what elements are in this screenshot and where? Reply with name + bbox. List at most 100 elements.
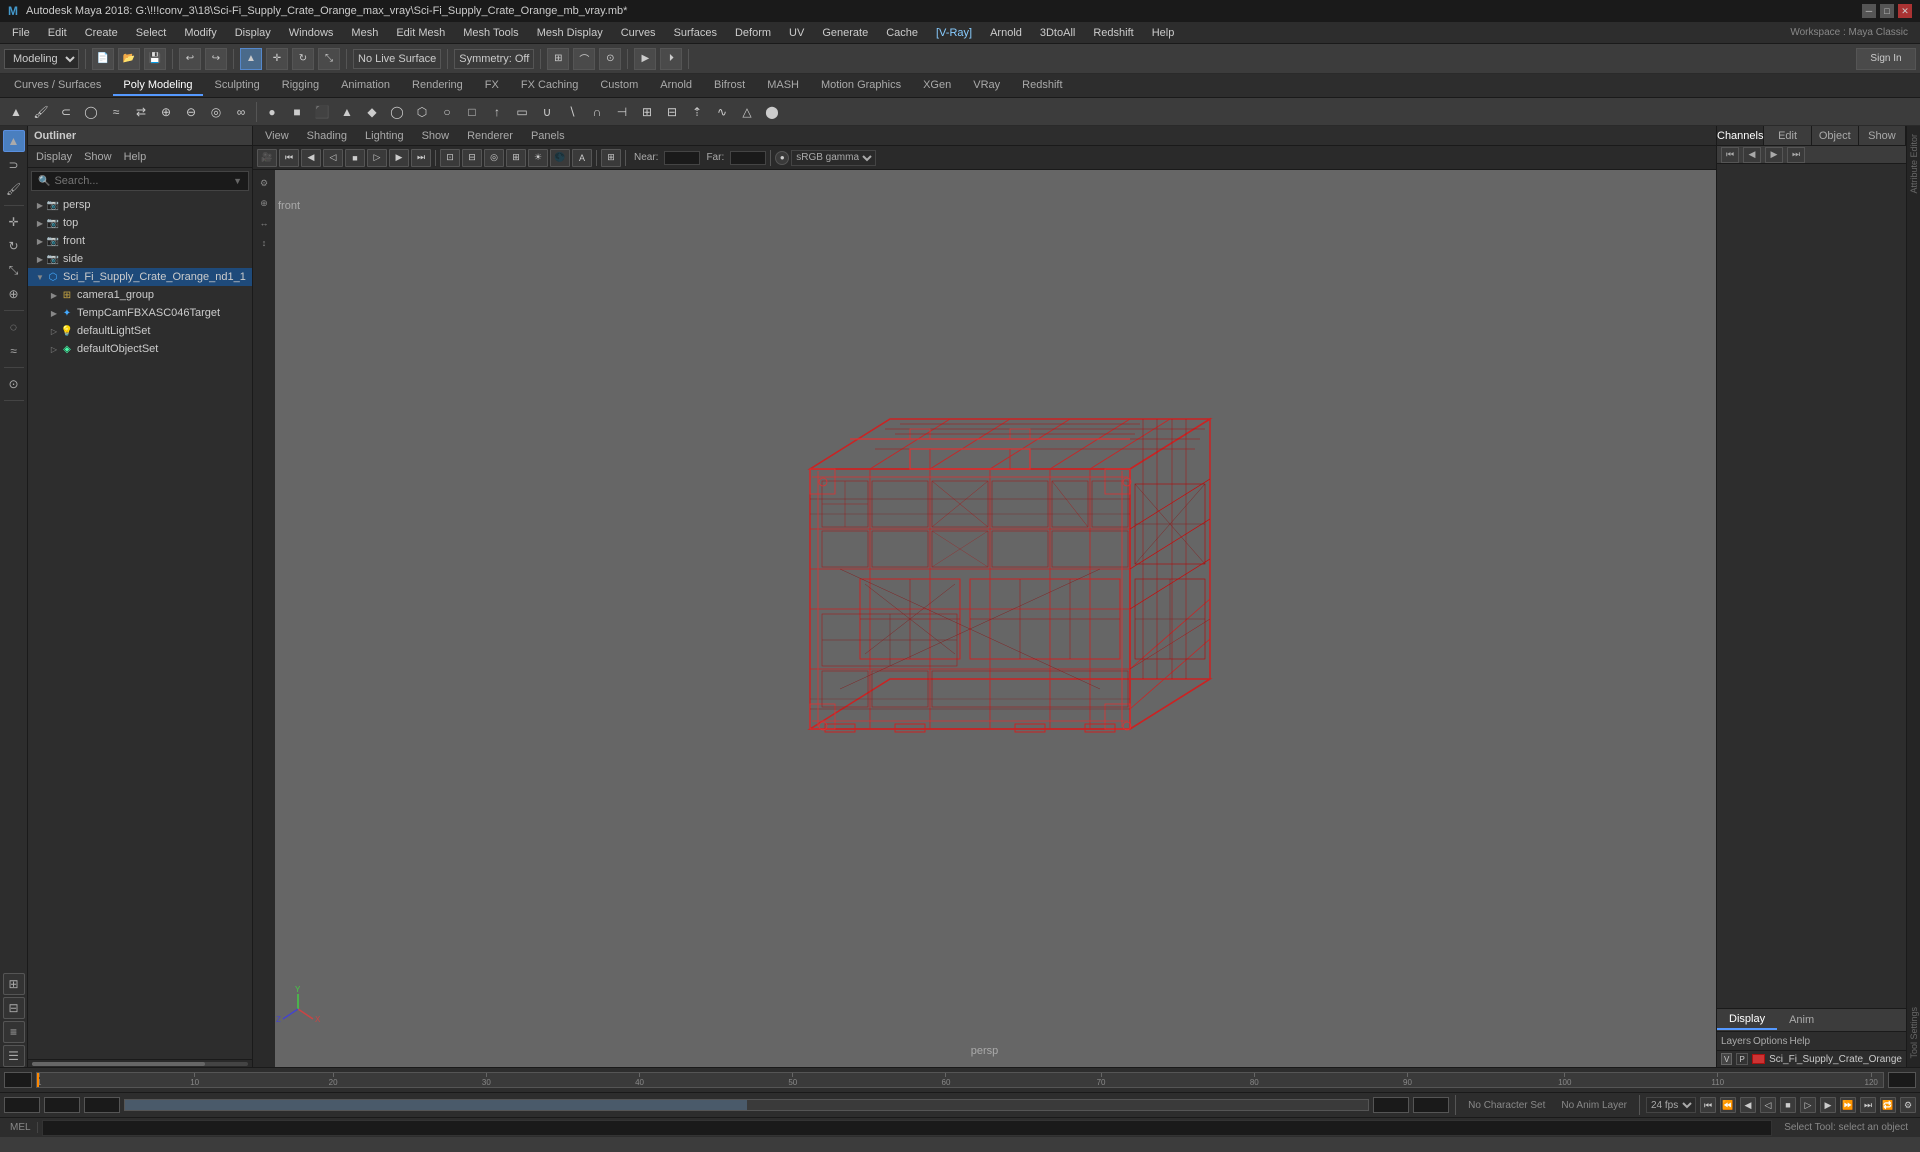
vp-color-mgmt-toggle[interactable]: ● (775, 151, 789, 165)
outliner-item-top[interactable]: ▶ 📷 top (28, 214, 252, 232)
snap-together[interactable]: ⊟ (3, 997, 25, 1019)
tab-show[interactable]: Show (1859, 126, 1906, 145)
tab-display[interactable]: Display (1717, 1010, 1777, 1030)
tab-curves-surfaces[interactable]: Curves / Surfaces (4, 76, 111, 96)
menu-uv[interactable]: UV (781, 25, 812, 41)
workspace-select[interactable]: Modeling (4, 49, 79, 69)
menu-file[interactable]: File (4, 25, 38, 41)
ipr-button[interactable]: ⏵ (660, 48, 682, 70)
snap-curve-button[interactable]: ⌒ (573, 48, 595, 70)
shelf-combine[interactable]: ⊞ (635, 100, 659, 124)
vp-menu-show[interactable]: Show (414, 128, 458, 144)
shelf-edge-loop[interactable]: ∞ (229, 100, 253, 124)
shelf-triangulate[interactable]: △ (735, 100, 759, 124)
range-max-input[interactable]: 200 (1413, 1097, 1449, 1113)
shelf-boolean-diff[interactable]: ∖ (560, 100, 584, 124)
menu-surfaces[interactable]: Surfaces (666, 25, 725, 41)
rp-back-btn[interactable]: ◀ (1743, 147, 1761, 163)
range-end-input[interactable]: 120 (1373, 1097, 1409, 1113)
rotate-tool-button[interactable]: ↻ (292, 48, 314, 70)
vp-lighting[interactable]: ☀ (528, 149, 548, 167)
shelf-sphere[interactable]: ● (260, 100, 284, 124)
range-track[interactable] (124, 1099, 1369, 1111)
playback-start[interactable]: ⏮ (1700, 1097, 1716, 1113)
playback-play-fwd[interactable]: ▷ (1800, 1097, 1816, 1113)
menu-curves[interactable]: Curves (613, 25, 664, 41)
layer-item[interactable]: V P Sci_Fi_Supply_Crate_Orange (1717, 1051, 1906, 1067)
outliner-item-objectset[interactable]: ▷ ◈ defaultObjectSet (28, 340, 252, 358)
tab-vray[interactable]: VRay (963, 76, 1010, 96)
fps-select[interactable]: 24 fps (1646, 1097, 1696, 1113)
menu-3dtall[interactable]: 3DtoAll (1032, 25, 1083, 41)
timeline-track[interactable]: 1 10 20 30 40 50 (36, 1072, 1884, 1088)
menu-mesh-display[interactable]: Mesh Display (529, 25, 611, 41)
select-tool[interactable]: ▲ (3, 130, 25, 152)
layer-visibility-btn[interactable]: V (1721, 1053, 1732, 1065)
quick-layout[interactable]: ⊞ (3, 973, 25, 995)
outliner-item-sci-fi-crate[interactable]: ▼ ⬡ Sci_Fi_Supply_Crate_Orange_nd1_1 (28, 268, 252, 286)
tab-redshift[interactable]: Redshift (1012, 76, 1072, 96)
vp-menu-lighting[interactable]: Lighting (357, 128, 412, 144)
shelf-shrink[interactable]: ⊖ (179, 100, 203, 124)
shelf-boolean-union[interactable]: ∪ (535, 100, 559, 124)
time-current-end[interactable]: 120 (1888, 1072, 1916, 1088)
menu-help[interactable]: Help (1144, 25, 1183, 41)
tab-fx-caching[interactable]: FX Caching (511, 76, 588, 96)
vp-strip-btn2[interactable]: ⊕ (255, 194, 273, 212)
shelf-fill-hole[interactable]: ⬤ (760, 100, 784, 124)
shelf-select[interactable]: ▲ (4, 100, 28, 124)
tab-mash[interactable]: MASH (757, 76, 809, 96)
shelf-diamond[interactable]: ◆ (360, 100, 384, 124)
vp-menu-panels[interactable]: Panels (523, 128, 573, 144)
tab-edit[interactable]: Edit (1764, 126, 1811, 145)
rp-fwd-btn[interactable]: ▶ (1765, 147, 1783, 163)
menu-cache[interactable]: Cache (878, 25, 926, 41)
menu-arnold[interactable]: Arnold (982, 25, 1030, 41)
open-button[interactable]: 📂 (118, 48, 140, 70)
range-current-frame[interactable]: 1 (84, 1097, 120, 1113)
shelf-helix[interactable]: ↑ (485, 100, 509, 124)
sign-in-button[interactable]: Sign In (1856, 48, 1916, 70)
menu-create[interactable]: Create (77, 25, 126, 41)
search-dropdown-icon[interactable]: ▼ (233, 176, 242, 186)
no-character-set-label[interactable]: No Character Set (1462, 1100, 1551, 1111)
shelf-torus[interactable]: ◯ (385, 100, 409, 124)
layers-label[interactable]: Layers (1721, 1036, 1751, 1047)
time-current-start[interactable]: 1 (4, 1072, 32, 1088)
vp-strip-btn3[interactable]: ↔ (255, 214, 273, 232)
vp-far-value[interactable]: 1.00 (730, 151, 766, 165)
symmetry-label[interactable]: Symmetry: Off (454, 49, 534, 69)
shelf-convert[interactable]: ⇄ (129, 100, 153, 124)
maximize-button[interactable]: □ (1880, 4, 1894, 18)
rp-next-btn[interactable]: ⏭ (1787, 147, 1805, 163)
menu-generate[interactable]: Generate (814, 25, 876, 41)
shelf-boolean-inter[interactable]: ∩ (585, 100, 609, 124)
save-button[interactable]: 💾 (144, 48, 166, 70)
layer-type-btn[interactable]: P (1736, 1053, 1747, 1065)
vp-strip-btn4[interactable]: ↕ (255, 234, 273, 252)
playback-prev-key[interactable]: ⏪ (1720, 1097, 1736, 1113)
shelf-mirror[interactable]: ⊣ (610, 100, 634, 124)
shelf-nurbs-cube[interactable]: □ (460, 100, 484, 124)
vp-play-fwd[interactable]: ▷ (367, 149, 387, 167)
scale-tool-button[interactable]: ⤡ (318, 48, 340, 70)
lasso-tool[interactable]: ⊃ (3, 154, 25, 176)
tab-custom[interactable]: Custom (590, 76, 648, 96)
vp-smooth[interactable]: ◎ (484, 149, 504, 167)
minimize-button[interactable]: ─ (1862, 4, 1876, 18)
show-manipulator[interactable]: ⊙ (3, 373, 25, 395)
options-label[interactable]: Options (1753, 1036, 1787, 1047)
vp-prev-key[interactable]: ⏮ (279, 149, 299, 167)
outliner-menu-display[interactable]: Display (32, 149, 76, 165)
shelf-extract[interactable]: ⇡ (685, 100, 709, 124)
shelf-smooth[interactable]: ∿ (710, 100, 734, 124)
outliner-item-lightset[interactable]: ▷ 💡 defaultLightSet (28, 322, 252, 340)
outliner-item-camera-group[interactable]: ▶ ⊞ camera1_group (28, 286, 252, 304)
sculpt-tool[interactable]: ≈ (3, 340, 25, 362)
range-current-input[interactable]: 1 (44, 1097, 80, 1113)
outliner-search-bar[interactable]: 🔍 ▼ (31, 171, 249, 191)
select-tool-button[interactable]: ▲ (240, 48, 262, 70)
menu-deform[interactable]: Deform (727, 25, 779, 41)
vp-zoom-fit[interactable]: ⊡ (440, 149, 460, 167)
tab-object[interactable]: Object (1812, 126, 1859, 145)
